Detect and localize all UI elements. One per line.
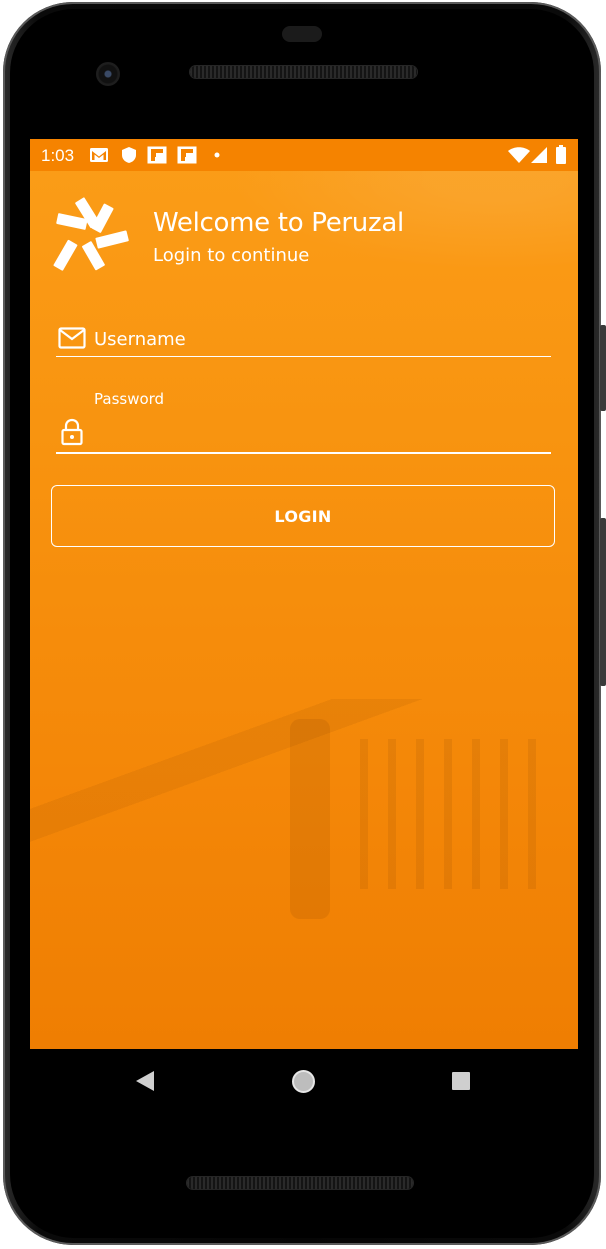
earpiece xyxy=(282,26,322,42)
top-speaker-grille xyxy=(190,66,417,78)
home-icon[interactable] xyxy=(291,1069,316,1094)
gmail-icon xyxy=(90,148,108,162)
wifi-icon xyxy=(508,147,530,163)
page-subtitle: Login to continue xyxy=(153,245,310,266)
recents-icon[interactable] xyxy=(451,1071,471,1091)
back-icon[interactable] xyxy=(134,1070,156,1092)
power-button xyxy=(600,325,606,411)
bottom-speaker-grille xyxy=(187,1177,413,1189)
front-camera xyxy=(96,62,120,86)
password-input[interactable] xyxy=(94,421,550,449)
password-underline xyxy=(56,452,551,454)
shield-icon xyxy=(122,147,136,163)
login-button[interactable]: LOGIN xyxy=(51,485,555,547)
username-underline xyxy=(56,356,551,357)
volume-button xyxy=(600,518,606,686)
peruzal-logo-icon xyxy=(53,197,129,271)
background-photo-fence xyxy=(360,739,540,889)
cellular-signal-icon xyxy=(531,147,547,163)
dot-icon xyxy=(214,152,220,158)
flipboard-icon xyxy=(177,146,197,164)
lock-icon xyxy=(61,418,83,446)
username-input[interactable] xyxy=(94,325,550,353)
status-time: 1:03 xyxy=(41,146,75,165)
background-photo-road xyxy=(30,699,578,1049)
background-photo-post xyxy=(290,719,330,919)
status-bar: 1:03 xyxy=(30,139,578,171)
app-screen: 1:03 Welcome to Peruzal Login to continu… xyxy=(30,139,578,1049)
password-label: Password xyxy=(94,390,165,408)
mail-icon xyxy=(58,327,86,349)
flipboard-icon xyxy=(147,146,167,164)
page-title: Welcome to Peruzal xyxy=(153,208,404,238)
battery-icon xyxy=(556,145,566,164)
